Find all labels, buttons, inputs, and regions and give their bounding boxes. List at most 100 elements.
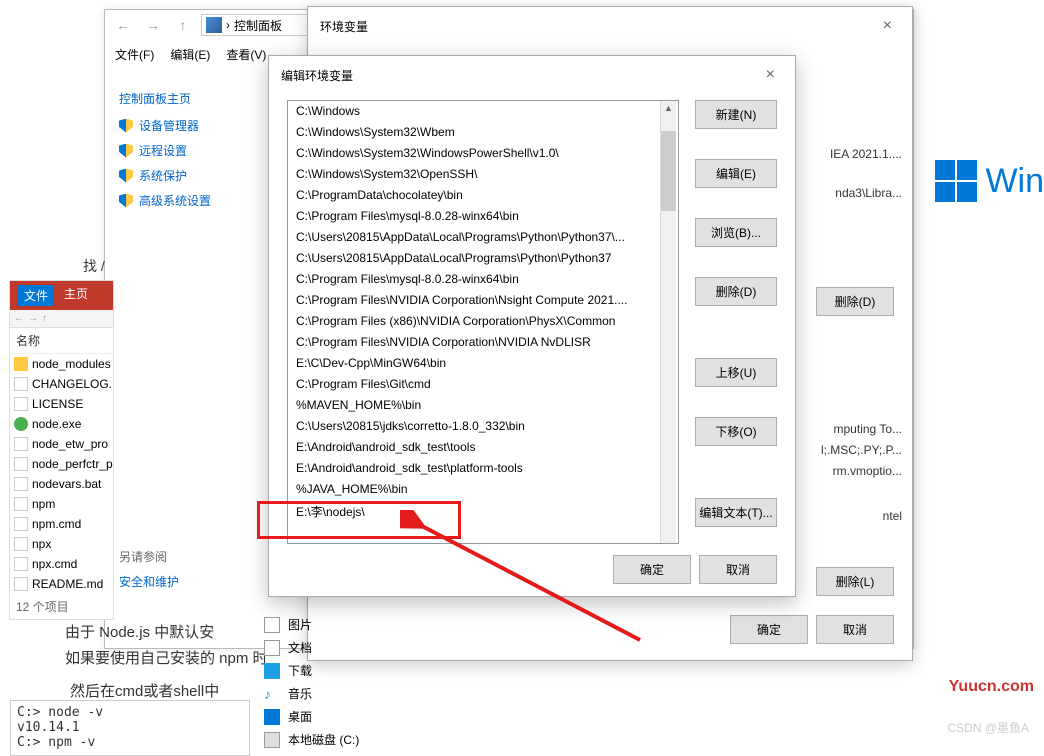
file-item[interactable]: npm xyxy=(10,494,113,514)
path-item[interactable]: C:\Users\20815\AppData\Local\Programs\Py… xyxy=(288,248,678,269)
path-item[interactable]: C:\Windows\System32\WindowsPowerShell\v1… xyxy=(288,143,678,164)
music-icon: ♪ xyxy=(264,686,280,702)
path-item[interactable]: C:\Users\20815\jdks\corretto-1.8.0_332\b… xyxy=(288,416,678,437)
doc-icon xyxy=(14,457,28,471)
ok-button[interactable]: 确定 xyxy=(730,615,808,644)
file-item[interactable]: node_perfctr_p xyxy=(10,454,113,474)
doc-icon xyxy=(14,477,28,491)
file-item[interactable]: npx xyxy=(10,534,113,554)
path-item[interactable]: C:\Program Files\NVIDIA Corporation\NVID… xyxy=(288,332,678,353)
menu-edit[interactable]: 编辑(E) xyxy=(170,46,210,63)
doc-icon xyxy=(14,517,28,531)
explorer-tabs: 文件 主页 xyxy=(10,281,113,310)
path-item[interactable]: C:\Program Files\NVIDIA Corporation\Nsig… xyxy=(288,290,678,311)
path-item[interactable]: %MAVEN_HOME%\bin xyxy=(288,395,678,416)
dialog-buttons: 确定 取消 xyxy=(730,615,894,644)
nav-up-icon[interactable]: ↑ xyxy=(42,313,47,324)
quick-access-item[interactable]: 文档 xyxy=(254,636,404,659)
see-also-label: 另请参阅 xyxy=(119,548,179,565)
path-item[interactable]: E:\李\nodejs\ xyxy=(288,500,678,524)
quick-access: 图片文档下载♪音乐桌面本地磁盘 (C:) xyxy=(254,613,404,751)
security-link[interactable]: 安全和维护 xyxy=(119,573,179,590)
nav-back-icon[interactable]: ← xyxy=(14,313,24,324)
quick-access-item[interactable]: ♪音乐 xyxy=(254,682,404,705)
scroll-up-icon[interactable]: ▲ xyxy=(661,101,676,116)
file-item[interactable]: CHANGELOG. xyxy=(10,374,113,394)
path-item[interactable]: C:\Windows xyxy=(288,101,678,122)
menu-view[interactable]: 查看(V) xyxy=(226,46,266,63)
tab-file[interactable]: 文件 xyxy=(18,285,54,306)
nav-forward-icon[interactable]: → xyxy=(28,313,38,324)
edit-button[interactable]: 编辑(E) xyxy=(695,159,777,188)
sidebar-remote[interactable]: 远程设置 xyxy=(119,142,241,159)
scrollbar[interactable]: ▲ xyxy=(660,101,676,543)
delete-button[interactable]: 删除(D) xyxy=(695,277,777,306)
shield-icon xyxy=(119,169,133,183)
doc-icon xyxy=(14,377,28,391)
nav-up-icon[interactable]: ↑ xyxy=(171,13,195,37)
path-item[interactable]: C:\Windows\System32\Wbem xyxy=(288,122,678,143)
watermark-csdn: CSDN @墨鱼A xyxy=(947,719,1029,736)
env-value-fragment: mputing To... xyxy=(834,422,902,436)
nav-forward-icon[interactable]: → xyxy=(141,13,165,37)
quick-access-item[interactable]: 图片 xyxy=(254,613,404,636)
file-item[interactable]: npm.cmd xyxy=(10,514,113,534)
cancel-button[interactable]: 取消 xyxy=(816,615,894,644)
column-name[interactable]: 名称 xyxy=(10,328,113,354)
file-item[interactable]: README.md xyxy=(10,574,113,594)
delete-l-button[interactable]: 删除(L) xyxy=(816,567,894,596)
ok-button[interactable]: 确定 xyxy=(613,555,691,584)
sidebar-device-manager[interactable]: 设备管理器 xyxy=(119,117,241,134)
terminal-line: C:> npm -v xyxy=(17,735,243,750)
path-item[interactable]: E:\C\Dev-Cpp\MinGW64\bin xyxy=(288,353,678,374)
article-text: 由于 Node.js 中默认安 如果要使用自己安装的 npm 时 xyxy=(65,620,268,671)
path-list[interactable]: C:\WindowsC:\Windows\System32\WbemC:\Win… xyxy=(287,100,679,544)
doc-icon xyxy=(14,577,28,591)
dialog-buttons: 确定 取消 xyxy=(613,555,777,584)
sidebar-home[interactable]: 控制面板主页 xyxy=(119,90,241,107)
sidebar-advanced[interactable]: 高级系统设置 xyxy=(119,192,241,209)
file-item[interactable]: node_etw_pro xyxy=(10,434,113,454)
file-item[interactable]: nodevars.bat xyxy=(10,474,113,494)
disk-icon xyxy=(264,732,280,748)
quick-access-item[interactable]: 本地磁盘 (C:) xyxy=(254,728,404,751)
close-icon[interactable]: × xyxy=(875,15,900,37)
quick-access-item[interactable]: 下载 xyxy=(254,659,404,682)
env-value-fragment: rm.vmoptio... xyxy=(833,464,902,478)
env-button-column: 删除(D) xyxy=(816,287,894,324)
path-item[interactable]: C:\Program Files (x86)\NVIDIA Corporatio… xyxy=(288,311,678,332)
file-item[interactable]: node_modules xyxy=(10,354,113,374)
dialog-title: 编辑环境变量 xyxy=(281,67,353,84)
env-value-fragment: IEA 2021.1.... xyxy=(830,147,902,161)
green-icon xyxy=(14,417,28,431)
path-item[interactable]: E:\Android\android_sdk_test\tools xyxy=(288,437,678,458)
shield-icon xyxy=(119,194,133,208)
sidebar-protection[interactable]: 系统保护 xyxy=(119,167,241,184)
path-item[interactable]: C:\Users\20815\AppData\Local\Programs\Py… xyxy=(288,227,678,248)
scrollbar-thumb[interactable] xyxy=(661,131,676,211)
quick-access-item[interactable]: 桌面 xyxy=(254,705,404,728)
path-item[interactable]: C:\Windows\System32\OpenSSH\ xyxy=(288,164,678,185)
menu-file[interactable]: 文件(F) xyxy=(115,46,154,63)
path-item[interactable]: C:\Program Files\mysql-8.0.28-winx64\bin xyxy=(288,269,678,290)
path-item[interactable]: C:\Program Files\Git\cmd xyxy=(288,374,678,395)
path-item[interactable]: C:\Program Files\mysql-8.0.28-winx64\bin xyxy=(288,206,678,227)
browse-button[interactable]: 浏览(B)... xyxy=(695,218,777,247)
cancel-button[interactable]: 取消 xyxy=(699,555,777,584)
edit-text-button[interactable]: 编辑文本(T)... xyxy=(695,498,777,527)
new-button[interactable]: 新建(N) xyxy=(695,100,777,129)
nav-back-icon[interactable]: ← xyxy=(111,13,135,37)
file-item[interactable]: npx.cmd xyxy=(10,554,113,574)
path-item[interactable]: %JAVA_HOME%\bin xyxy=(288,479,678,500)
doc-icon xyxy=(14,557,28,571)
tab-home[interactable]: 主页 xyxy=(64,285,88,306)
doc-icon xyxy=(14,397,28,411)
path-item[interactable]: E:\Android\android_sdk_test\platform-too… xyxy=(288,458,678,479)
move-up-button[interactable]: 上移(U) xyxy=(695,358,777,387)
delete-button[interactable]: 删除(D) xyxy=(816,287,894,316)
file-item[interactable]: LICENSE xyxy=(10,394,113,414)
file-item[interactable]: node.exe xyxy=(10,414,113,434)
path-item[interactable]: C:\ProgramData\chocolatey\bin xyxy=(288,185,678,206)
move-down-button[interactable]: 下移(O) xyxy=(695,417,777,446)
close-icon[interactable]: × xyxy=(758,64,783,86)
